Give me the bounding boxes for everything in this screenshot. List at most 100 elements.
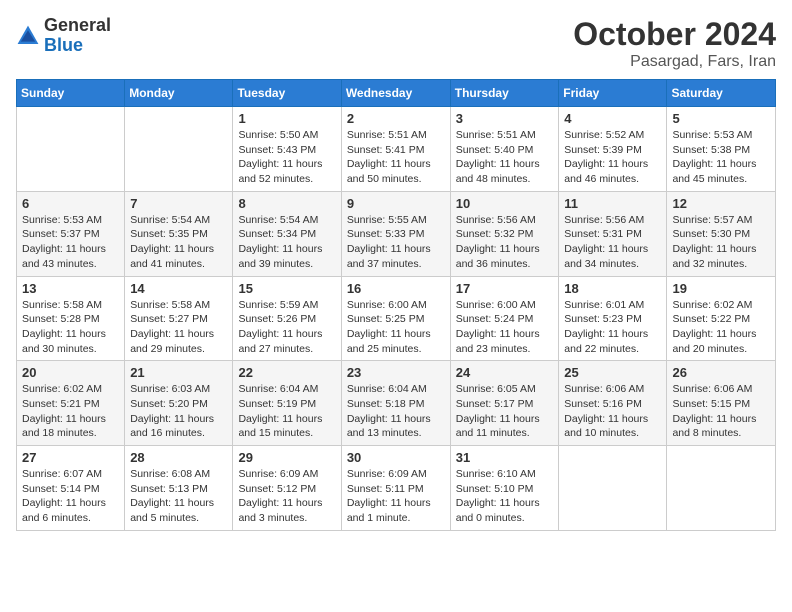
day-info: Sunrise: 5:59 AM Sunset: 5:26 PM Dayligh…: [238, 298, 335, 357]
day-number: 12: [672, 196, 770, 211]
calendar-cell: 8 Sunrise: 5:54 AM Sunset: 5:34 PM Daylig…: [233, 191, 341, 276]
calendar-cell: 15 Sunrise: 5:59 AM Sunset: 5:26 PM Dayli…: [233, 276, 341, 361]
day-number: 14: [130, 281, 227, 296]
calendar-table: SundayMondayTuesdayWednesdayThursdayFrid…: [16, 79, 776, 531]
day-number: 15: [238, 281, 335, 296]
day-info: Sunrise: 5:52 AM Sunset: 5:39 PM Dayligh…: [564, 128, 661, 187]
day-info: Sunrise: 5:51 AM Sunset: 5:40 PM Dayligh…: [456, 128, 554, 187]
calendar-cell: 10Sunrise: 5:56 AM Sunset: 5:32 PM Dayli…: [450, 191, 559, 276]
day-number: 27: [22, 450, 119, 465]
day-info: Sunrise: 6:00 AM Sunset: 5:24 PM Dayligh…: [456, 298, 554, 357]
calendar-cell: 17 Sunrise: 6:00 AM Sunset: 5:24 PM Dayli…: [450, 276, 559, 361]
title-section: October 2024 Pasargad, Fars, Iran: [573, 16, 776, 71]
day-info: Sunrise: 6:06 AM Sunset: 5:16 PM Dayligh…: [564, 382, 661, 441]
day-info: Sunrise: 6:02 AM Sunset: 5:22 PM Dayligh…: [672, 298, 770, 357]
day-info: Sunrise: 5:54 AM Sunset: 5:35 PM Dayligh…: [130, 213, 227, 272]
day-number: 24: [456, 365, 554, 380]
day-number: 9: [347, 196, 445, 211]
logo-text: General Blue: [44, 16, 111, 56]
calendar-cell: 22Sunrise: 6:04 AM Sunset: 5:19 PM Dayli…: [233, 361, 341, 446]
calendar-cell: 7 Sunrise: 5:54 AM Sunset: 5:35 PM Daylig…: [125, 191, 233, 276]
calendar-row: 1 Sunrise: 5:50 AM Sunset: 5:43 PM Daylig…: [17, 107, 776, 192]
day-number: 17: [456, 281, 554, 296]
day-info: Sunrise: 5:58 AM Sunset: 5:27 PM Dayligh…: [130, 298, 227, 357]
day-info: Sunrise: 6:09 AM Sunset: 5:12 PM Dayligh…: [238, 467, 335, 526]
calendar-cell: 16Sunrise: 6:00 AM Sunset: 5:25 PM Dayli…: [341, 276, 450, 361]
calendar-cell: 23 Sunrise: 6:04 AM Sunset: 5:18 PM Dayli…: [341, 361, 450, 446]
calendar-row: 27 Sunrise: 6:07 AM Sunset: 5:14 PM Dayli…: [17, 446, 776, 531]
day-info: Sunrise: 6:07 AM Sunset: 5:14 PM Dayligh…: [22, 467, 119, 526]
calendar-cell: 1 Sunrise: 5:50 AM Sunset: 5:43 PM Daylig…: [233, 107, 341, 192]
day-info: Sunrise: 5:50 AM Sunset: 5:43 PM Dayligh…: [238, 128, 335, 187]
page-title: October 2024: [573, 16, 776, 53]
day-number: 8: [238, 196, 335, 211]
day-info: Sunrise: 6:04 AM Sunset: 5:18 PM Dayligh…: [347, 382, 445, 441]
day-info: Sunrise: 5:53 AM Sunset: 5:37 PM Dayligh…: [22, 213, 119, 272]
day-info: Sunrise: 6:10 AM Sunset: 5:10 PM Dayligh…: [456, 467, 554, 526]
calendar-cell: 29 Sunrise: 6:09 AM Sunset: 5:12 PM Dayli…: [233, 446, 341, 531]
calendar-cell: 9 Sunrise: 5:55 AM Sunset: 5:33 PM Daylig…: [341, 191, 450, 276]
page-header: General Blue October 2024 Pasargad, Fars…: [16, 16, 776, 71]
weekday-header: Saturday: [667, 80, 776, 107]
calendar-cell: [17, 107, 125, 192]
calendar-header: SundayMondayTuesdayWednesdayThursdayFrid…: [17, 80, 776, 107]
day-number: 26: [672, 365, 770, 380]
day-number: 30: [347, 450, 445, 465]
calendar-cell: 12 Sunrise: 5:57 AM Sunset: 5:30 PM Dayli…: [667, 191, 776, 276]
calendar-cell: [125, 107, 233, 192]
day-number: 4: [564, 111, 661, 126]
day-number: 29: [238, 450, 335, 465]
weekday-header: Sunday: [17, 80, 125, 107]
day-number: 5: [672, 111, 770, 126]
page-subtitle: Pasargad, Fars, Iran: [573, 53, 776, 71]
calendar-cell: 14 Sunrise: 5:58 AM Sunset: 5:27 PM Dayli…: [125, 276, 233, 361]
calendar-cell: 18 Sunrise: 6:01 AM Sunset: 5:23 PM Dayli…: [559, 276, 667, 361]
day-number: 20: [22, 365, 119, 380]
calendar-row: 6 Sunrise: 5:53 AM Sunset: 5:37 PM Daylig…: [17, 191, 776, 276]
day-number: 13: [22, 281, 119, 296]
calendar-cell: 26Sunrise: 6:06 AM Sunset: 5:15 PM Dayli…: [667, 361, 776, 446]
day-info: Sunrise: 6:01 AM Sunset: 5:23 PM Dayligh…: [564, 298, 661, 357]
calendar-cell: 4 Sunrise: 5:52 AM Sunset: 5:39 PM Daylig…: [559, 107, 667, 192]
calendar-cell: 31 Sunrise: 6:10 AM Sunset: 5:10 PM Dayli…: [450, 446, 559, 531]
day-info: Sunrise: 5:57 AM Sunset: 5:30 PM Dayligh…: [672, 213, 770, 272]
day-info: Sunrise: 5:51 AM Sunset: 5:41 PM Dayligh…: [347, 128, 445, 187]
day-info: Sunrise: 6:04 AM Sunset: 5:19 PM Dayligh…: [238, 382, 335, 441]
calendar-row: 13 Sunrise: 5:58 AM Sunset: 5:28 PM Dayli…: [17, 276, 776, 361]
calendar-cell: 20Sunrise: 6:02 AM Sunset: 5:21 PM Dayli…: [17, 361, 125, 446]
day-info: Sunrise: 6:09 AM Sunset: 5:11 PM Dayligh…: [347, 467, 445, 526]
day-info: Sunrise: 5:54 AM Sunset: 5:34 PM Dayligh…: [238, 213, 335, 272]
logo: General Blue: [16, 16, 111, 56]
day-info: Sunrise: 6:03 AM Sunset: 5:20 PM Dayligh…: [130, 382, 227, 441]
day-number: 28: [130, 450, 227, 465]
calendar-cell: 5 Sunrise: 5:53 AM Sunset: 5:38 PM Daylig…: [667, 107, 776, 192]
day-number: 10: [456, 196, 554, 211]
weekday-header: Tuesday: [233, 80, 341, 107]
day-info: Sunrise: 5:53 AM Sunset: 5:38 PM Dayligh…: [672, 128, 770, 187]
day-number: 23: [347, 365, 445, 380]
day-number: 25: [564, 365, 661, 380]
calendar-cell: 6 Sunrise: 5:53 AM Sunset: 5:37 PM Daylig…: [17, 191, 125, 276]
day-number: 31: [456, 450, 554, 465]
day-info: Sunrise: 5:56 AM Sunset: 5:31 PM Dayligh…: [564, 213, 661, 272]
calendar-row: 20Sunrise: 6:02 AM Sunset: 5:21 PM Dayli…: [17, 361, 776, 446]
calendar-cell: 19Sunrise: 6:02 AM Sunset: 5:22 PM Dayli…: [667, 276, 776, 361]
day-number: 18: [564, 281, 661, 296]
calendar-cell: 24Sunrise: 6:05 AM Sunset: 5:17 PM Dayli…: [450, 361, 559, 446]
day-info: Sunrise: 5:58 AM Sunset: 5:28 PM Dayligh…: [22, 298, 119, 357]
day-info: Sunrise: 6:08 AM Sunset: 5:13 PM Dayligh…: [130, 467, 227, 526]
weekday-header: Thursday: [450, 80, 559, 107]
calendar-cell: 2 Sunrise: 5:51 AM Sunset: 5:41 PM Daylig…: [341, 107, 450, 192]
day-number: 11: [564, 196, 661, 211]
day-number: 7: [130, 196, 227, 211]
calendar-cell: 11 Sunrise: 5:56 AM Sunset: 5:31 PM Dayli…: [559, 191, 667, 276]
weekday-header: Wednesday: [341, 80, 450, 107]
day-number: 6: [22, 196, 119, 211]
day-number: 1: [238, 111, 335, 126]
calendar-cell: [559, 446, 667, 531]
weekday-header: Friday: [559, 80, 667, 107]
day-number: 2: [347, 111, 445, 126]
day-info: Sunrise: 5:55 AM Sunset: 5:33 PM Dayligh…: [347, 213, 445, 272]
logo-icon: [16, 24, 40, 48]
day-number: 3: [456, 111, 554, 126]
